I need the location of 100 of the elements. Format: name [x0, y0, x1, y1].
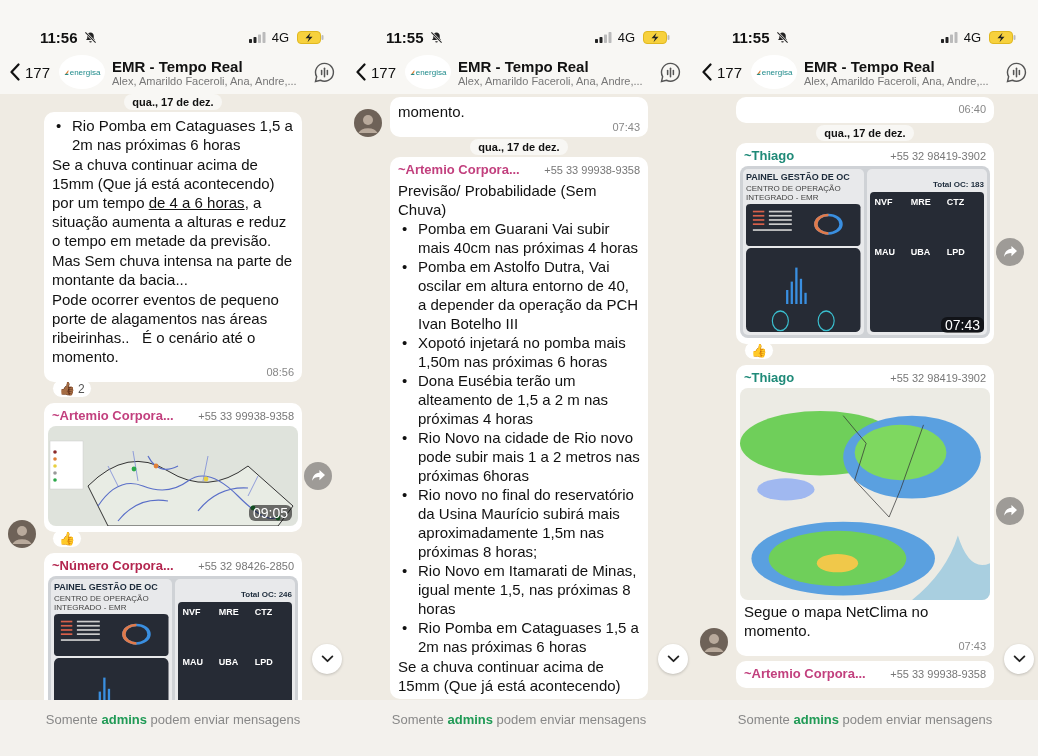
chevron-left-icon [702, 63, 712, 81]
share-arrow-icon [1002, 245, 1018, 258]
bullet-mark: • [401, 561, 409, 581]
voice-chat-icon[interactable] [659, 60, 682, 84]
bell-slash-icon [83, 30, 97, 44]
region-label: LPD [254, 657, 274, 667]
bell-slash-icon [429, 30, 443, 44]
message-time: 09:05 [248, 505, 292, 521]
logo-mark-icon [63, 68, 69, 76]
back-button[interactable]: 177 [356, 63, 397, 81]
admins-link[interactable]: admins [793, 712, 839, 727]
chat-title[interactable]: EMR - Tempo Real [458, 57, 655, 75]
admins-link[interactable]: admins [101, 712, 147, 727]
river-map-drawing[interactable] [48, 426, 298, 526]
region-label: UBA [218, 657, 240, 667]
sender-name[interactable]: ~Thiago [744, 148, 795, 163]
message-text: Segue o mapa NetClima no momento. [744, 602, 930, 640]
dashboard-title: PAINEL GESTÃO DE OC [746, 172, 851, 182]
message-text: Se a chuva continuar acima de 15mm (Que já está acontecendo) [398, 657, 622, 695]
region-label: MRE [910, 197, 932, 207]
message-text: Previsão/ Probabilidade (Sem Chuva) [398, 181, 598, 219]
voice-chat-icon[interactable] [1005, 60, 1028, 84]
chevron-down-icon [666, 655, 680, 663]
region-label: MAU [874, 247, 896, 257]
bullet-mark: • [401, 618, 409, 638]
network-label: 4G [271, 29, 289, 45]
reaction-emoji: 👍 [751, 343, 767, 358]
dashboard-subtitle: CENTRO DE OPERAÇÃO INTEGRADO - EMR [54, 594, 150, 612]
logo-mark-icon [755, 68, 761, 76]
admins-only-notice: Somente admins podem enviar mensagens [391, 712, 647, 729]
sender-phone: +55 33 99938-9358 [544, 164, 640, 176]
bullet-text: Pomba em Guarani Vai subir mais 40cm nas próximas 4 horas [418, 219, 640, 257]
region-label: NVF [874, 197, 894, 207]
dashboard-subtitle: CENTRO DE OPERAÇÃO INTEGRADO - EMR [746, 184, 842, 202]
forward-button[interactable] [304, 461, 332, 490]
status-time: 11:56 [40, 28, 78, 46]
admins-link[interactable]: admins [447, 712, 493, 727]
bullet-text: Pomba em Astolfo Dutra, Vai oscilar em altura entorno de 40, a depender da operação da PCH Ivan Botelho III [418, 257, 640, 333]
bullet-mark: • [401, 219, 409, 239]
scroll-down-button[interactable] [658, 644, 688, 674]
sender-phone: +55 32 98419-3902 [890, 150, 986, 162]
region-label: MAU [182, 657, 204, 667]
reaction-emoji: 👍🏾 [59, 381, 75, 396]
avatar-icon[interactable] [354, 109, 382, 137]
status-time: 11:55 [386, 28, 424, 46]
bullet-text: Rio Pomba em Cataguases 1,5 a 2m nas próximas 6 horas [418, 618, 640, 656]
member-list: Alex, Amarildo Faceroli, Ana, Andre,... [804, 74, 1001, 87]
message-text: Mas Sem chuva intensa na parte de montante da bacia... [52, 251, 294, 289]
region-label: UBA [910, 247, 932, 257]
bullet-text: Rio Novo na cidade de Rio novo pode subir mais 1 a 2 metros nas próximas 6horas [418, 428, 640, 485]
chat-title[interactable]: EMR - Tempo Real [804, 57, 1001, 75]
group-avatar[interactable]: energisa [59, 55, 106, 89]
share-arrow-icon [310, 469, 326, 482]
chevron-down-icon [320, 655, 334, 663]
logo-text: energisa [415, 67, 447, 77]
scroll-down-button[interactable] [312, 644, 342, 674]
dashboard-screenshot[interactable]: PAINEL GESTÃO DE OC CENTRO DE OPERAÇÃO INTEGRADO - EMR Total OC: 246 NVF MRE CTZ MAU UBA LPD [48, 576, 298, 700]
bullet-mark: • [55, 116, 63, 136]
sender-name[interactable]: ~Número Corpora... [52, 558, 174, 573]
admins-only-notice: Somente admins podem enviar mensagens [45, 712, 301, 729]
chat-title[interactable]: EMR - Tempo Real [112, 57, 309, 75]
back-button[interactable]: 177 [10, 63, 51, 81]
share-arrow-icon [1002, 504, 1018, 517]
sender-name[interactable]: ~Artemio Corpora... [744, 666, 866, 681]
date-chip: qua., 17 de dez. [470, 139, 568, 155]
reaction-emoji: 👍 [59, 531, 75, 546]
logo-text: energisa [761, 67, 793, 77]
group-avatar[interactable]: energisa [405, 55, 452, 89]
scroll-down-button[interactable] [1004, 644, 1034, 674]
voice-chat-icon[interactable] [313, 60, 336, 84]
group-avatar[interactable]: energisa [751, 55, 798, 89]
avatar-icon[interactable] [700, 628, 728, 656]
forward-button[interactable] [996, 237, 1024, 266]
dashboard-title: PAINEL GESTÃO DE OC [54, 582, 159, 592]
status-time: 11:55 [732, 28, 770, 46]
network-label: 4G [963, 29, 981, 45]
message-time: 07:43 [940, 317, 984, 333]
message-text: Se a chuva continuar acima de 15mm (Que já está acontecendo) por um tempo de 4 a 6 horas, a situação aumenta a alturas e reduz o tempo em metade da previsão. [52, 155, 288, 250]
battery-charging-icon [989, 30, 1016, 44]
chevron-left-icon [10, 63, 20, 81]
back-button[interactable]: 177 [702, 63, 743, 81]
sender-phone: +55 33 99938-9358 [198, 410, 294, 422]
signal-icon [594, 31, 612, 43]
detected-link[interactable]: de 4 a 6 horas [148, 194, 245, 211]
region-label: CTZ [254, 607, 274, 617]
region-label: CTZ [946, 197, 966, 207]
message-time: 06:40 [958, 103, 986, 115]
network-label: 4G [617, 29, 635, 45]
signal-icon [248, 31, 266, 43]
region-label: MRE [218, 607, 240, 617]
admins-only-notice: Somente admins podem enviar mensagens [737, 712, 993, 729]
sender-phone: +55 32 98419-3902 [890, 372, 986, 384]
sender-name[interactable]: ~Artemio Corpora... [52, 408, 174, 423]
message-text: momento. [398, 102, 466, 121]
avatar-icon[interactable] [8, 520, 36, 548]
bullet-text: Rio Novo em Itamarati de Minas, igual mente 1,5, nas próximas 8 horas [418, 561, 638, 618]
sender-name[interactable]: ~Artemio Corpora... [398, 162, 520, 177]
forward-button[interactable] [996, 496, 1024, 525]
sender-name[interactable]: ~Thiago [744, 370, 795, 385]
bullet-text: Rio Pomba em Cataguases 1,5 a 2m nas próximas 6 horas [72, 116, 294, 154]
